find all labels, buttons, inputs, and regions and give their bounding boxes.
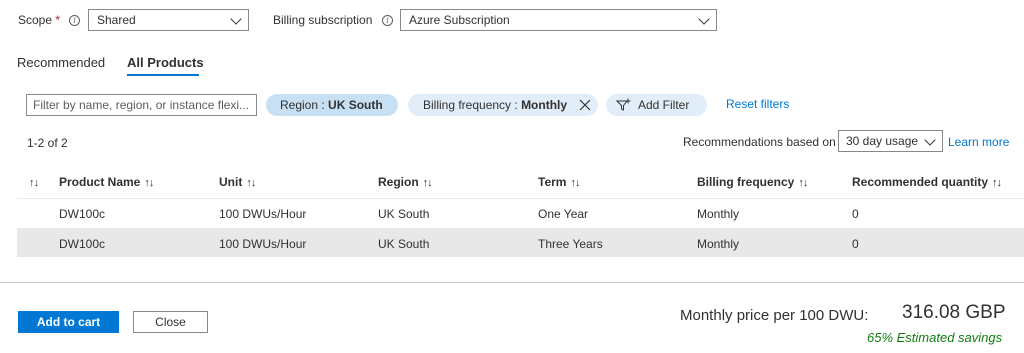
sort-icon: ↑↓ — [422, 177, 433, 189]
column-header-term[interactable]: Term ↑↓ — [538, 175, 580, 189]
cell-unit: 100 DWUs/Hour — [219, 237, 307, 251]
table-row[interactable]: DW100c 100 DWUs/Hour UK South Three Year… — [17, 229, 1024, 257]
cell-recommended-quantity: 0 — [852, 207, 859, 221]
column-header-unit[interactable]: Unit ↑↓ — [219, 175, 256, 189]
cell-unit: 100 DWUs/Hour — [219, 207, 307, 221]
column-header-billing-frequency[interactable]: Billing frequency ↑↓ — [697, 175, 808, 189]
chevron-down-icon — [924, 134, 936, 146]
scope-label: Scope * — [18, 13, 61, 27]
column-header-region[interactable]: Region ↑↓ — [378, 175, 433, 189]
cell-term: One Year — [538, 207, 589, 221]
add-filter-label: Add Filter — [638, 98, 690, 112]
sort-icon: ↑↓ — [798, 177, 808, 189]
billing-subscription-select[interactable]: Azure Subscription — [400, 9, 717, 31]
sort-icon: ↑↓ — [144, 177, 154, 189]
chevron-down-icon — [698, 13, 710, 25]
cell-region: UK South — [378, 207, 430, 221]
cell-term: Three Years — [538, 237, 603, 251]
close-icon[interactable] — [579, 99, 591, 111]
billing-frequency-filter-key: Billing frequency : — [423, 98, 522, 112]
table-row[interactable]: DW100c 100 DWUs/Hour UK South One Year M… — [17, 199, 1024, 228]
info-icon[interactable]: i — [69, 15, 80, 26]
sort-icon: ↑↓ — [29, 177, 39, 189]
region-filter-key: Region : — [280, 98, 329, 112]
footer-divider — [0, 282, 1024, 283]
recommendations-select-value: 30 day usage — [846, 134, 919, 148]
search-input[interactable]: Filter by name, region, or instance flex… — [26, 94, 257, 116]
scope-select-value: Shared — [97, 13, 136, 27]
cell-billing-frequency: Monthly — [697, 237, 740, 251]
cell-region: UK South — [378, 237, 430, 251]
sort-icon: ↑↓ — [570, 177, 580, 189]
column-header-recommended-quantity[interactable]: Recommended quantity ↑↓ — [852, 175, 1002, 189]
add-to-cart-button[interactable]: Add to cart — [18, 311, 119, 333]
column-header-product-name[interactable]: Product Name ↑↓ — [59, 175, 154, 189]
sort-icon: ↑↓ — [246, 177, 256, 189]
price-value: 316.08 GBP — [902, 302, 1006, 323]
results-count: 1-2 of 2 — [27, 136, 68, 150]
cell-recommended-quantity: 0 — [852, 237, 859, 251]
estimated-savings: 65% Estimated savings — [867, 330, 1003, 345]
region-filter-value: UK South — [328, 98, 383, 112]
tab-all-products[interactable]: All Products — [127, 55, 204, 70]
add-filter-icon — [615, 98, 631, 111]
price-label: Monthly price per 100 DWU: — [680, 307, 869, 324]
recommendations-label: Recommendations based on — [683, 135, 836, 149]
select-all-sort[interactable]: ↑↓ — [29, 175, 39, 189]
tab-recommended[interactable]: Recommended — [17, 55, 105, 70]
reset-filters-link[interactable]: Reset filters — [726, 97, 789, 111]
billing-frequency-filter-value: Monthly — [521, 98, 568, 112]
close-button[interactable]: Close — [133, 311, 208, 333]
chevron-down-icon — [230, 13, 242, 25]
sort-icon: ↑↓ — [992, 177, 1002, 189]
recommendations-select[interactable]: 30 day usage — [838, 130, 943, 152]
cell-billing-frequency: Monthly — [697, 207, 740, 221]
region-filter-pill[interactable]: Region : UK South — [266, 94, 398, 116]
active-tab-indicator — [127, 74, 199, 76]
cell-product-name: DW100c — [59, 237, 106, 251]
info-icon[interactable]: i — [382, 15, 393, 26]
billing-subscription-value: Azure Subscription — [409, 13, 510, 27]
required-mark: * — [55, 13, 61, 27]
learn-more-link[interactable]: Learn more — [948, 135, 1009, 149]
add-filter-button[interactable]: Add Filter — [606, 94, 707, 116]
cell-product-name: DW100c — [59, 207, 106, 221]
billing-subscription-label: Billing subscription — [273, 13, 373, 27]
billing-frequency-filter-pill[interactable]: Billing frequency : Monthly — [408, 94, 598, 116]
scope-select[interactable]: Shared — [88, 9, 249, 31]
